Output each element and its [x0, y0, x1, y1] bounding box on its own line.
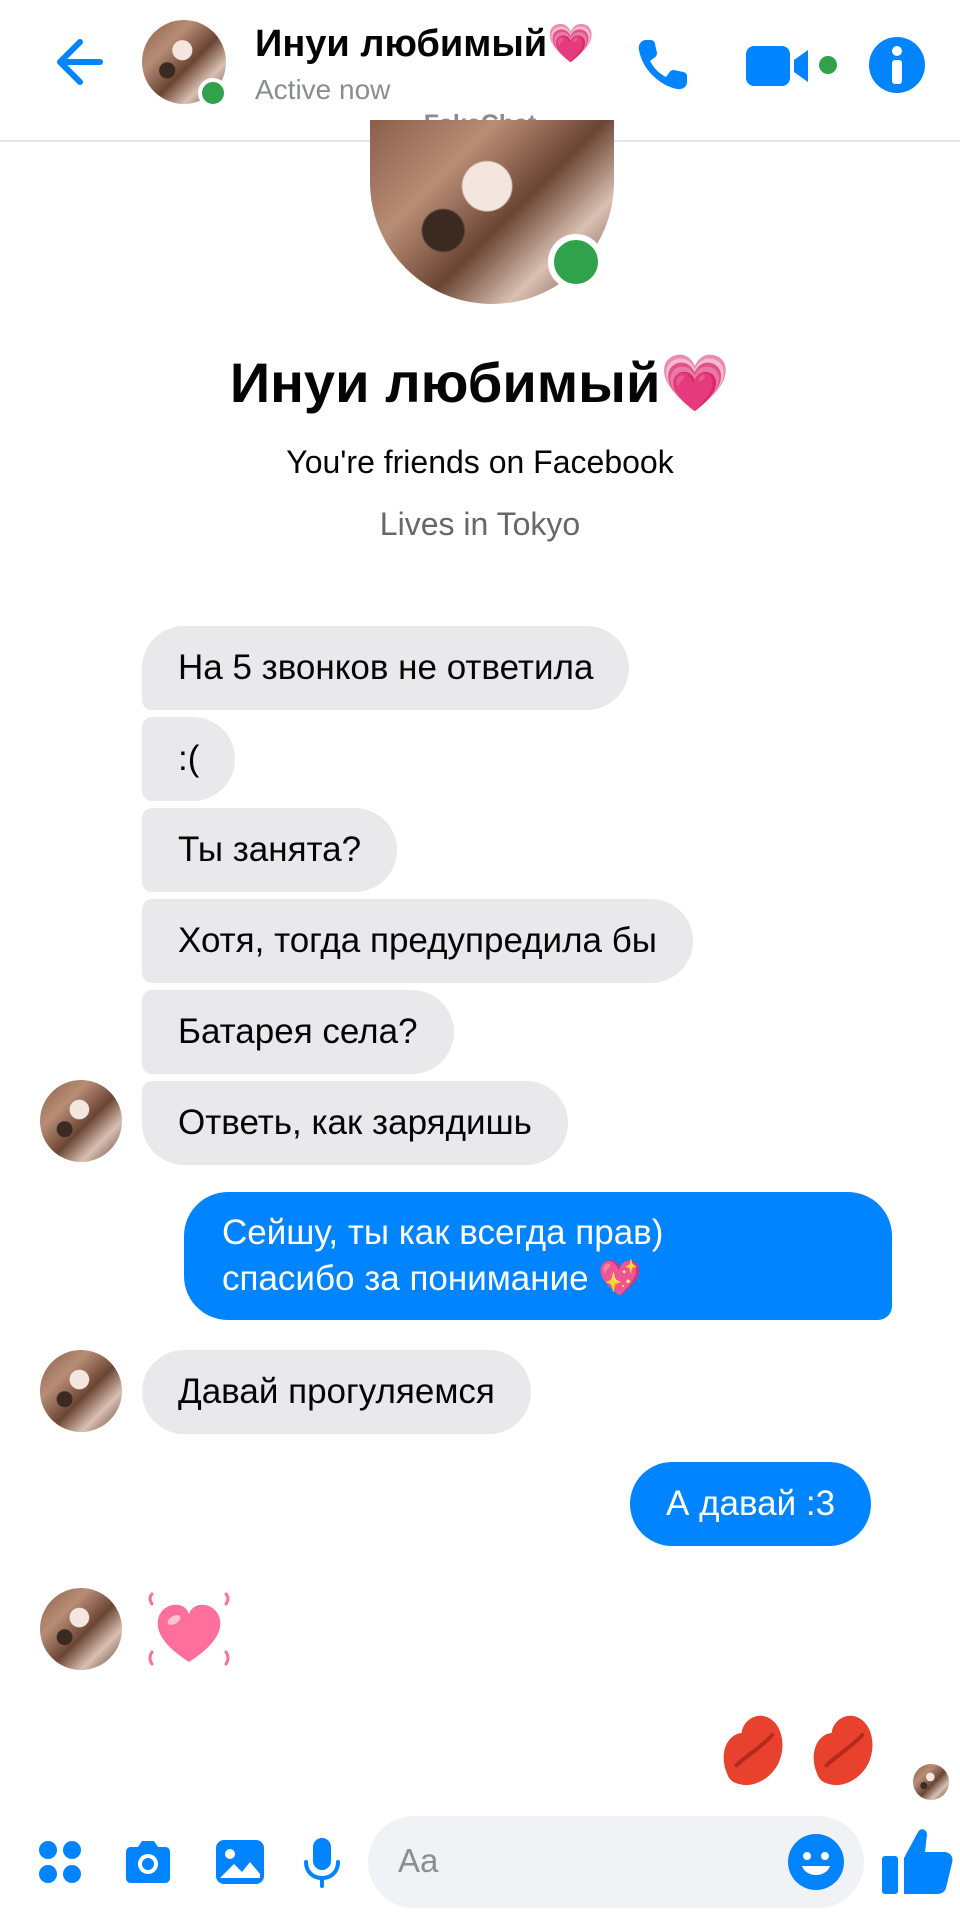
- avatar-image: [40, 1350, 122, 1432]
- message-line: спасибо за понимание 💖: [222, 1259, 642, 1298]
- profile-name: Инуи любимый💗: [229, 351, 731, 414]
- sender-avatar[interactable]: [40, 1588, 122, 1670]
- heart-emoji-icon[interactable]: [146, 1590, 232, 1670]
- menu-grid-icon[interactable]: [32, 1834, 88, 1890]
- kiss-mark-icon[interactable]: [712, 1712, 794, 1792]
- video-call-icon[interactable]: [742, 30, 842, 100]
- contact-name[interactable]: Инуи любимый💗: [255, 22, 594, 66]
- avatar-image: [40, 1080, 122, 1162]
- emoji-icon[interactable]: [786, 1832, 846, 1892]
- microphone-icon[interactable]: [294, 1834, 350, 1890]
- friends-info: You're friends on Facebook: [286, 444, 674, 480]
- message-input-placeholder: Aa: [398, 1842, 439, 1879]
- contact-avatar[interactable]: [142, 20, 228, 108]
- kiss-mark-icon[interactable]: [802, 1712, 884, 1792]
- back-arrow-icon[interactable]: [46, 30, 110, 94]
- active-status: Active now: [255, 74, 391, 105]
- message-input[interactable]: Aa: [368, 1816, 864, 1908]
- seen-receipt-avatar: [913, 1764, 949, 1800]
- incoming-message[interactable]: Хотя, тогда предупредила бы: [142, 899, 693, 983]
- incoming-message[interactable]: На 5 звонков не ответила: [142, 626, 630, 710]
- avatar-image: [40, 1588, 122, 1670]
- info-icon[interactable]: [862, 30, 932, 100]
- sender-avatar[interactable]: [40, 1350, 122, 1432]
- camera-icon[interactable]: [120, 1834, 176, 1890]
- thumbs-up-icon[interactable]: [878, 1822, 956, 1900]
- online-indicator: [548, 234, 604, 290]
- outgoing-message[interactable]: Сейшу, ты как всегда прав) спасибо за по…: [184, 1192, 892, 1320]
- incoming-message[interactable]: :(: [142, 717, 236, 801]
- phone-call-icon[interactable]: [628, 30, 698, 100]
- incoming-message[interactable]: Ты занята?: [142, 808, 398, 892]
- avatar-image: [913, 1764, 949, 1800]
- online-indicator: [198, 78, 228, 108]
- incoming-message[interactable]: Ответь, как зарядишь: [142, 1081, 568, 1165]
- gallery-icon[interactable]: [212, 1834, 268, 1890]
- sender-avatar[interactable]: [40, 1080, 122, 1162]
- message-line: Сейшу, ты как всегда прав): [222, 1213, 664, 1252]
- message-composer: Aa: [0, 1808, 960, 1920]
- incoming-message[interactable]: Давай прогуляемся: [142, 1350, 531, 1434]
- outgoing-message[interactable]: А давай :3: [630, 1462, 872, 1546]
- profile-avatar[interactable]: [370, 120, 614, 304]
- location-info: Lives in Tokyo: [379, 506, 581, 542]
- incoming-message[interactable]: Батарея села?: [142, 990, 454, 1074]
